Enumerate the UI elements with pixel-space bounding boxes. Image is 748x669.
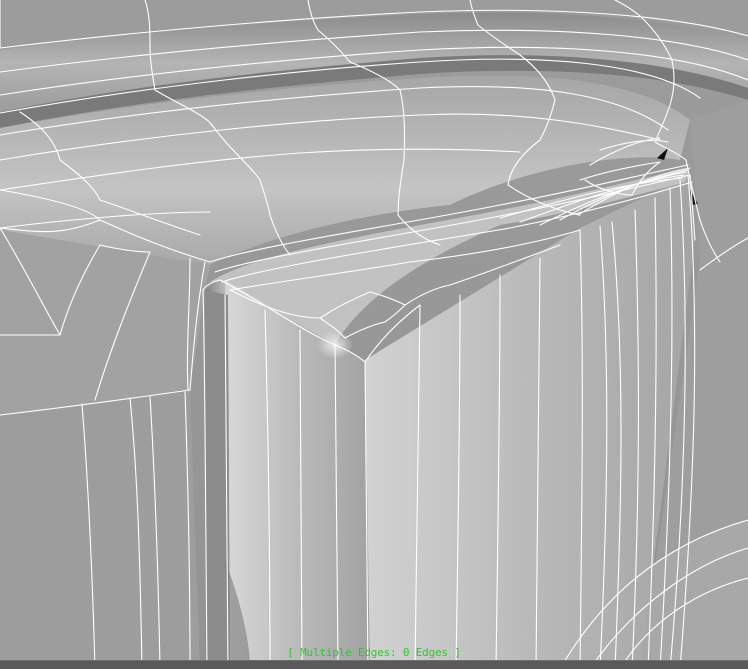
left-lower-surface bbox=[0, 390, 200, 669]
mesh-render[interactable] bbox=[0, 0, 748, 669]
3d-viewport[interactable]: [ Multiple Edges: 0 Edges ] bbox=[0, 0, 748, 669]
viewport-bottom-bar bbox=[0, 660, 748, 669]
